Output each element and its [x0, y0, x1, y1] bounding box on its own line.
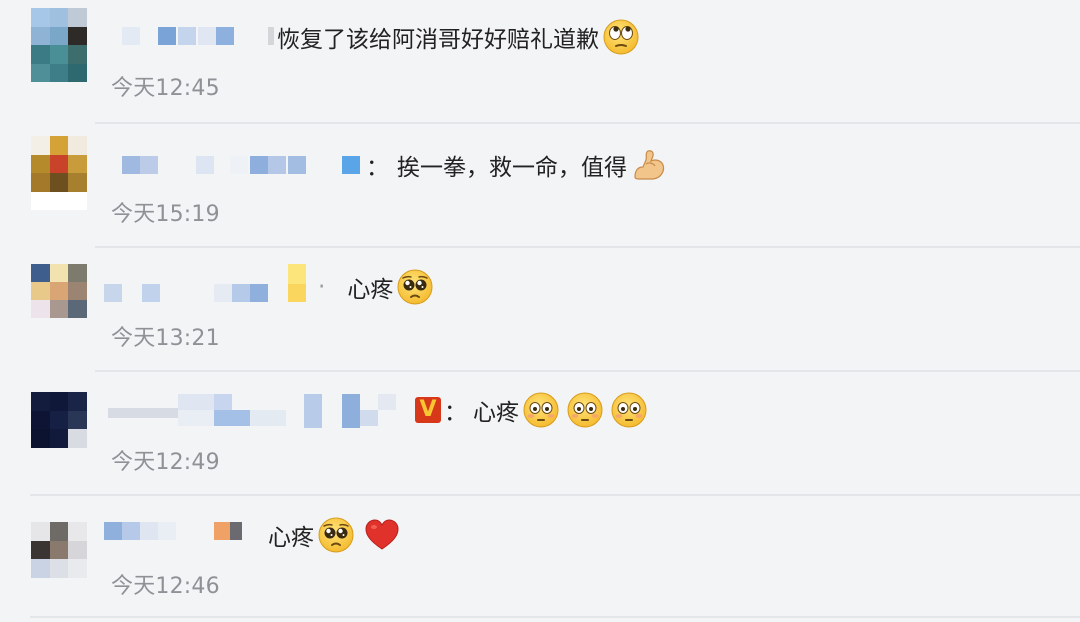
pleading-face-icon	[318, 517, 354, 553]
avatar[interactable]	[31, 264, 87, 336]
comment-item[interactable]: 恢复了该给阿消哥好好赔礼道歉 今天12:45	[0, 0, 1080, 124]
face-with-rolling-eyes-icon	[603, 19, 639, 55]
separator: ：	[366, 155, 389, 181]
username-mosaic[interactable]	[100, 264, 340, 306]
comment-timestamp: 今天12:45	[111, 76, 220, 101]
flushed-face-icon	[523, 392, 559, 428]
username-mosaic[interactable]	[118, 23, 278, 49]
comment-content: 恢复了该给阿消哥好好赔礼道歉	[277, 17, 639, 57]
comment-item[interactable]: 心疼 今天12:46	[0, 496, 1080, 622]
comment-timestamp: 今天13:21	[111, 326, 220, 351]
separator: ·	[318, 274, 326, 300]
comment-timestamp: 今天15:19	[111, 202, 220, 227]
flushed-face-icon	[611, 392, 647, 428]
comment-text: 心疼	[473, 400, 519, 426]
comment-text: 挨一拳，救一命，值得	[397, 155, 627, 181]
comment-content: ： 挨一拳，救一命，值得	[366, 145, 667, 185]
comment-text: 心疼	[268, 525, 314, 551]
flushed-face-icon	[567, 392, 603, 428]
comment-list: 恢复了该给阿消哥好好赔礼道歉 今天12:45 ： 挨一拳，救一命，值得 今天15…	[0, 0, 1080, 622]
flexed-biceps-icon	[631, 147, 667, 183]
comment-item[interactable]: V ： 心疼 今天12:49	[0, 372, 1080, 496]
comment-timestamp: 今天12:46	[111, 574, 220, 599]
separator: ：	[444, 400, 467, 426]
avatar[interactable]	[31, 136, 87, 210]
divider	[30, 616, 1080, 618]
comment-timestamp: 今天12:49	[111, 450, 220, 475]
comment-content: ： 心疼	[444, 390, 647, 430]
avatar[interactable]	[31, 8, 87, 82]
username-mosaic[interactable]	[104, 392, 404, 428]
avatar[interactable]	[31, 522, 87, 578]
comment-content: 心疼	[268, 515, 400, 555]
username-mosaic[interactable]	[118, 152, 378, 178]
pleading-face-icon	[397, 269, 433, 305]
red-heart-icon	[364, 517, 400, 553]
comment-item[interactable]: ： 挨一拳，救一命，值得 今天15:19	[0, 124, 1080, 248]
comment-text: 恢复了该给阿消哥好好赔礼道歉	[277, 27, 599, 53]
comment-content: · 心疼	[318, 267, 433, 307]
username-mosaic[interactable]	[100, 518, 260, 544]
comment-text: 心疼	[347, 277, 394, 303]
avatar[interactable]	[31, 392, 87, 448]
verified-badge-icon: V	[415, 397, 441, 423]
comment-item[interactable]: · 心疼 今天13:21	[0, 248, 1080, 372]
